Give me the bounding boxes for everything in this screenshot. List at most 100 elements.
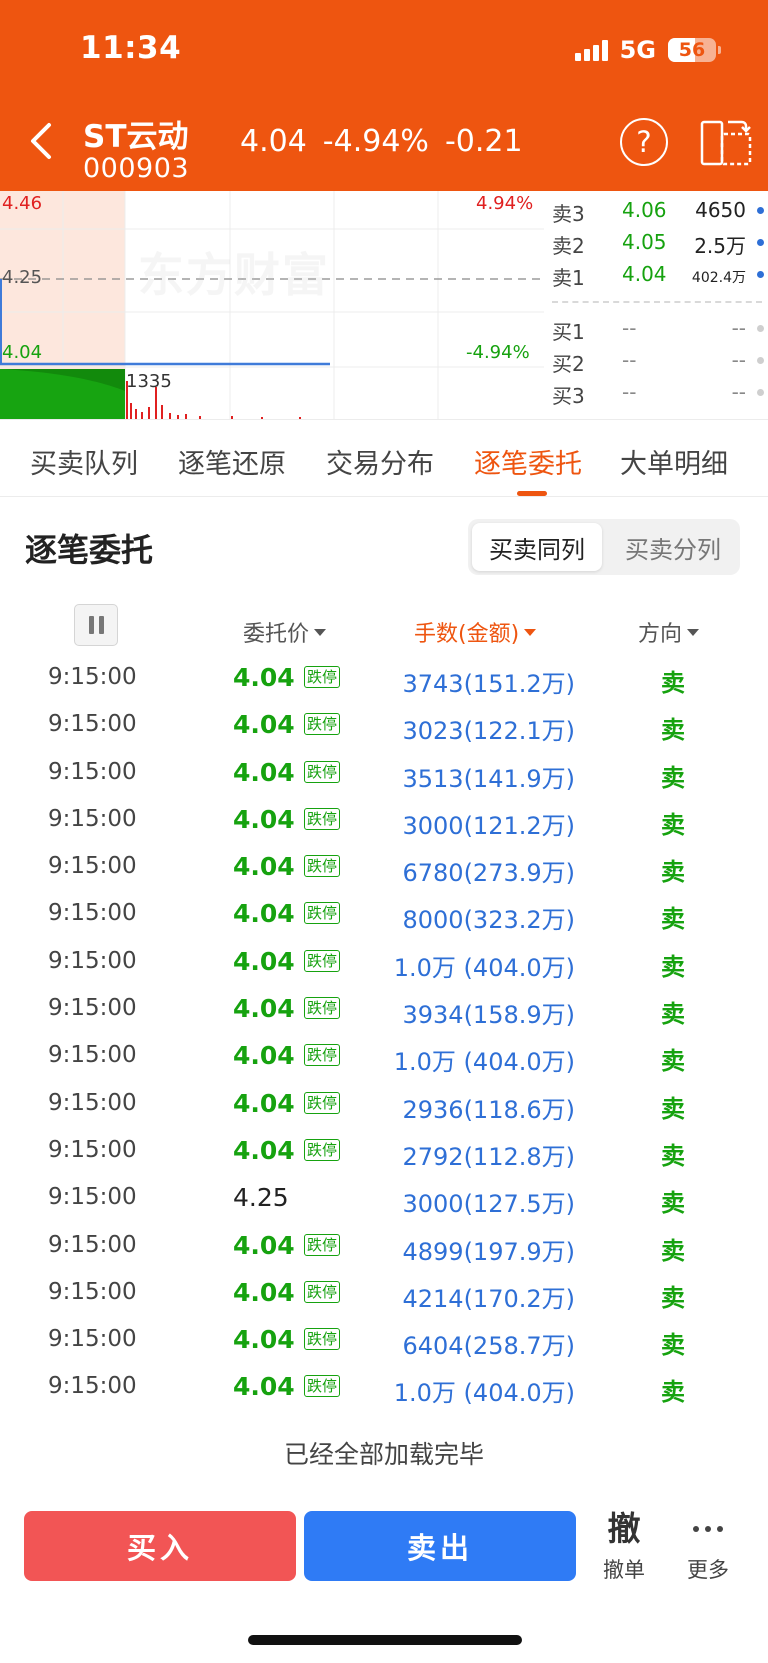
order-list[interactable]: 9:15:00 4.04 跌停 3743(151.2万) 卖 9:15:00 4.04 跌停 3… [0,655,768,1412]
order-book-level: 卖2 [552,234,585,258]
order-time: 9:15:00 [48,1326,137,1353]
order-direction: 卖 [661,858,685,887]
help-button[interactable]: ? [620,118,668,166]
chevron-left-icon [31,123,51,159]
order-amount: 3023(122.1万) [402,717,575,746]
order-book-row[interactable]: 买2 -- -- [546,345,768,376]
order-price: 4.04 [233,804,295,834]
order-price: 4.04 [233,757,295,787]
order-book-volume: 4650 [695,198,746,222]
order-amount: 4899(197.9万) [402,1237,575,1266]
active-tab-indicator [517,491,547,496]
order-direction: 卖 [661,1189,685,1218]
buy-button[interactable]: 买入 [24,1511,296,1581]
order-book-price: -- [622,348,637,372]
order-book-row[interactable]: 卖3 4.06 4650 [546,195,768,226]
amount-column-header[interactable]: 手数(金额) [414,612,537,652]
table-row[interactable]: 9:15:00 4.04 跌停 3000(121.2万) 卖 [0,797,768,844]
order-book-row[interactable]: 卖1 4.04 402.4万 [546,259,768,290]
order-direction: 卖 [661,1283,685,1312]
order-book-divider [552,301,762,303]
home-indicator[interactable] [248,1635,522,1645]
order-time: 9:15:00 [48,853,137,880]
table-row[interactable]: 9:15:00 4.04 跌停 1.0万 (404.0万) 卖 [0,1364,768,1411]
order-direction: 卖 [661,952,685,981]
table-row[interactable]: 9:15:00 4.04 跌停 3513(141.9万) 卖 [0,750,768,797]
table-row[interactable]: 9:15:00 4.04 跌停 2936(118.6万) 卖 [0,1081,768,1128]
order-book-row[interactable]: 买3 -- -- [546,377,768,408]
order-amount: 6780(273.9万) [402,859,575,888]
table-row[interactable]: 9:15:00 4.04 跌停 3743(151.2万) 卖 [0,655,768,702]
order-book-dot-icon [757,325,764,332]
tab-3[interactable]: 逐笔委托 [474,442,582,481]
tab-0[interactable]: 买卖队列 [30,442,138,481]
order-price: 4.04 [233,1372,295,1402]
table-row[interactable]: 9:15:00 4.04 跌停 1.0万 (404.0万) 卖 [0,939,768,986]
limit-down-badge: 跌停 [304,666,341,688]
table-row[interactable]: 9:15:00 4.04 跌停 4214(170.2万) 卖 [0,1270,768,1317]
detail-tabs: 买卖队列 逐笔还原 交易分布 逐笔委托 大单明细 [0,419,768,497]
order-time: 9:15:00 [48,995,137,1022]
limit-down-badge: 跌停 [304,902,341,925]
order-time: 9:15:00 [48,1278,137,1305]
tab-4[interactable]: 大单明细 [620,442,728,481]
order-book[interactable]: 卖3 4.06 4650 卖2 4.05 2.5万 卖1 4.04 402.4万 买1 -- -- 买2… [546,191,768,419]
table-row[interactable]: 9:15:00 4.04 跌停 3023(122.1万) 卖 [0,702,768,749]
price-column-header[interactable]: 委托价 [243,612,327,652]
chart-low-price: 4.04 [2,342,43,363]
table-row[interactable]: 9:15:00 4.04 跌停 4899(197.9万) 卖 [0,1223,768,1270]
order-direction: 卖 [661,1236,685,1265]
intraday-chart-area[interactable]: 东方财富 4.46 4.25 4.04 4.94% -4.94% 1335 卖3… [0,191,768,419]
table-row[interactable]: 9:15:00 4.04 跌停 1.0万 (404.0万) 卖 [0,1033,768,1080]
cancel-order-button[interactable]: 撤 撤单 [592,1508,656,1588]
tab-1[interactable]: 逐笔还原 [178,442,286,481]
table-row[interactable]: 9:15:00 4.04 跌停 6780(273.9万) 卖 [0,844,768,891]
tab-2[interactable]: 交易分布 [326,442,434,481]
order-book-dot-icon [757,239,764,246]
sell-button[interactable]: 卖出 [304,1511,576,1581]
more-button[interactable]: 更多 [676,1508,740,1588]
order-book-row[interactable]: 卖2 4.05 2.5万 [546,227,768,258]
sort-caret-icon [314,628,327,636]
order-price: 4.04 [233,852,295,882]
order-price: 4.25 [233,1183,289,1213]
sort-caret-icon [524,628,537,636]
table-row[interactable]: 9:15:00 4.04 跌停 6404(258.7万) 卖 [0,1317,768,1364]
order-price: 4.04 [233,1088,295,1118]
order-amount: 3743(151.2万) [402,670,575,698]
order-time: 9:15:00 [48,947,137,974]
back-button[interactable] [22,116,62,166]
order-book-row[interactable]: 买1 -- -- [546,313,768,344]
table-row[interactable]: 9:15:00 4.04 跌停 2792(112.8万) 卖 [0,1128,768,1175]
order-direction: 卖 [661,1331,685,1360]
order-direction: 卖 [661,1047,685,1076]
switch-layout-button[interactable] [700,118,752,168]
order-book-level: 卖1 [552,266,585,290]
table-row[interactable]: 9:15:00 4.04 跌停 3934(158.9万) 卖 [0,986,768,1033]
order-time: 9:15:00 [48,1136,137,1163]
sort-caret-icon [687,628,700,636]
order-book-volume: -- [731,380,746,404]
limit-down-badge: 跌停 [304,1091,341,1114]
table-row[interactable]: 9:15:00 4.25 3000(127.5万) 卖 [0,1175,768,1222]
order-amount: 3934(158.9万) [402,1001,575,1030]
table-row[interactable]: 9:15:00 4.04 跌停 8000(323.2万) 卖 [0,891,768,938]
chart-prev-close: 4.25 [2,267,43,288]
direction-column-header[interactable]: 方向 [638,612,700,652]
order-price: 4.04 [233,1325,295,1355]
price-chart [0,191,544,419]
order-amount: 2936(118.6万) [402,1095,575,1124]
limit-down-badge: 跌停 [304,1328,341,1351]
order-book-price: -- [622,380,637,404]
order-direction: 卖 [661,1094,685,1123]
segment-option-1[interactable]: 买卖分列 [608,523,738,571]
order-book-volume: 402.4万 [691,270,746,286]
pause-icon [88,616,94,634]
order-book-price: -- [622,316,637,340]
segment-option-0[interactable]: 买卖同列 [472,523,602,571]
order-amount: 6404(258.7万) [402,1332,575,1361]
pause-button[interactable] [74,604,118,646]
section-title: 逐笔委托 [25,531,154,569]
signal-icon [574,39,608,61]
order-book-level: 买1 [552,320,585,344]
